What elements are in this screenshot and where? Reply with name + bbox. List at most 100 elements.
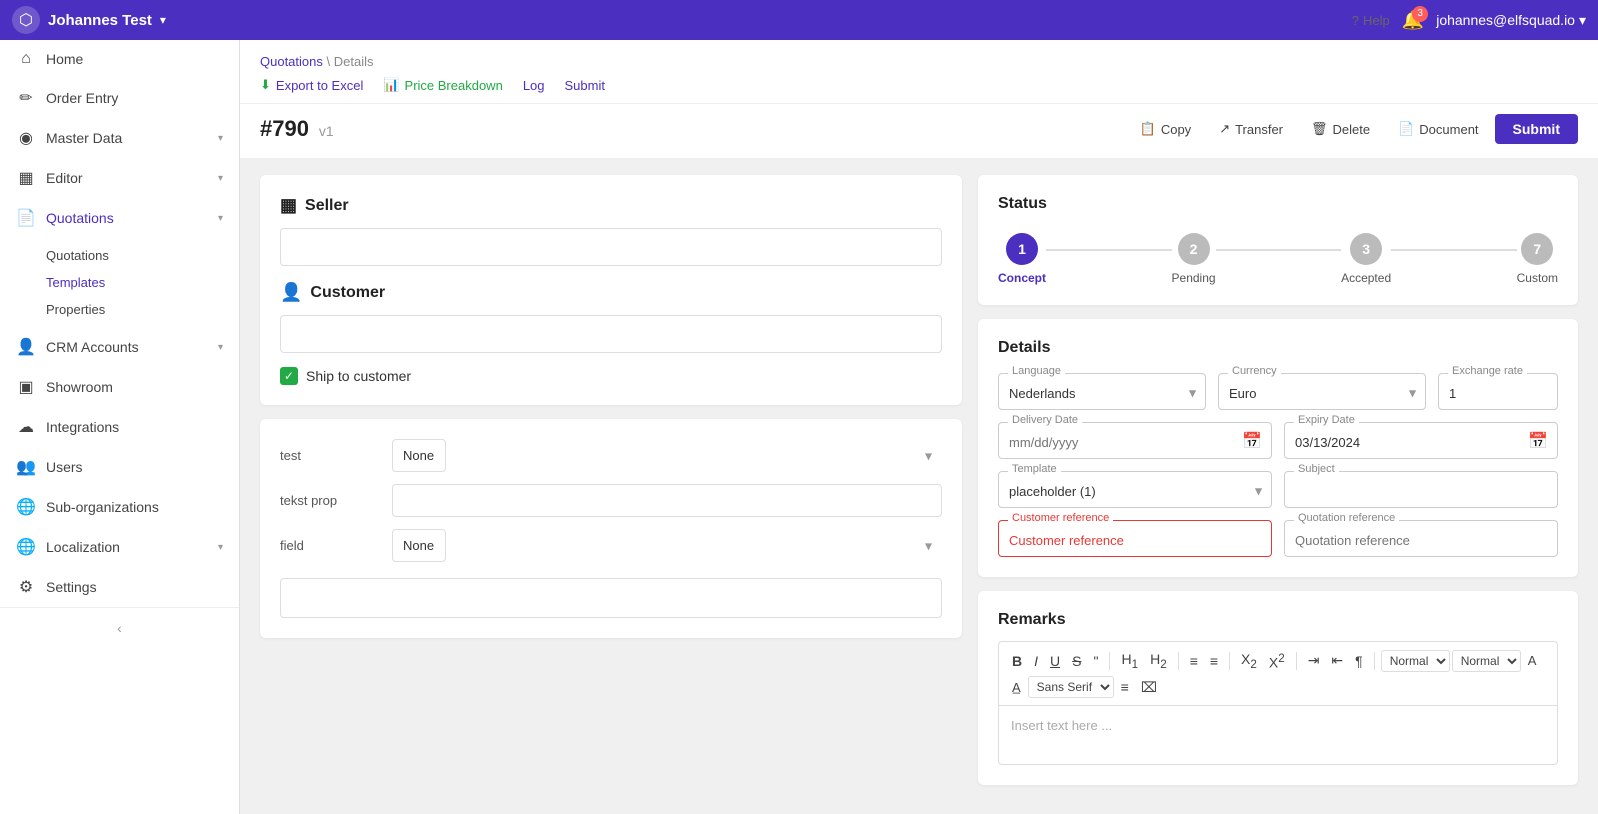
template-label: Template (1008, 463, 1061, 475)
sidebar-item-master-data[interactable]: ◉ Master Data ▾ (0, 118, 239, 158)
underline-button[interactable]: U (1045, 650, 1065, 672)
step-circle-pending: 2 (1178, 233, 1210, 265)
font-family-select[interactable]: Sans Serif (1028, 676, 1114, 698)
price-breakdown-button[interactable]: 📊 Price Breakdown (383, 77, 502, 103)
collapse-icon: ‹ (117, 620, 122, 636)
sidebar: ⌂ Home ✏ Order Entry ◉ Master Data ▾ ▦ E… (0, 40, 240, 814)
delivery-date-calendar-icon[interactable]: 📅 (1242, 431, 1262, 451)
strikethrough-button[interactable]: S (1067, 650, 1086, 672)
seller-title: ▦ Seller (280, 195, 942, 216)
clear-format-button[interactable]: ⌧ (1136, 676, 1162, 699)
notification-badge: 3 (1412, 6, 1428, 22)
seller-input[interactable] (280, 228, 942, 266)
exchange-rate-label: Exchange rate (1448, 365, 1527, 377)
align-button[interactable]: ≡ (1116, 676, 1134, 698)
language-select[interactable]: Nederlands (998, 373, 1206, 410)
sidebar-item-integrations[interactable]: ☁ Integrations (0, 407, 239, 447)
unordered-list-button[interactable]: ≡ (1205, 650, 1223, 672)
sidebar-item-sub-organizations[interactable]: 🌐 Sub-organizations (0, 487, 239, 527)
superscript-button[interactable]: X2 (1264, 649, 1290, 674)
rtl-button[interactable]: ¶ (1350, 650, 1368, 672)
delivery-date-input[interactable] (998, 422, 1272, 459)
bold-button[interactable]: B (1007, 650, 1027, 672)
copy-icon: 📋 (1140, 121, 1156, 137)
delivery-date-label: Delivery Date (1008, 414, 1082, 426)
log-button[interactable]: Log (523, 78, 545, 103)
master-data-caret-icon: ▾ (218, 133, 223, 144)
sidebar-item-properties[interactable]: Properties (46, 296, 239, 323)
sidebar-item-quotations-list[interactable]: Quotations (46, 242, 239, 269)
document-button[interactable]: 📄 Document (1386, 115, 1490, 143)
sidebar-item-users[interactable]: 👥 Users (0, 447, 239, 487)
sidebar-item-crm-accounts[interactable]: 👤 CRM Accounts ▾ (0, 327, 239, 367)
prop-extra-input[interactable] (280, 578, 942, 618)
delete-button[interactable]: 🗑 Delete (1299, 115, 1382, 143)
normal-select[interactable]: Normal (1452, 650, 1521, 672)
app-title-caret[interactable]: ▾ (160, 13, 166, 27)
step-pending[interactable]: 2 Pending (1172, 233, 1216, 285)
seller-customer-card: ▦ Seller 👤 Customer ✓ Ship to customer (260, 175, 962, 405)
remarks-card: Remarks B I U S " H1 H2 ≡ ≡ X2 (978, 591, 1578, 785)
h1-button[interactable]: H1 (1116, 648, 1143, 674)
help-link[interactable]: ? Help (1352, 13, 1390, 28)
quotation-reference-input[interactable] (1284, 520, 1558, 557)
font-highlight-button[interactable]: A̲ (1007, 677, 1026, 698)
step-circle-custom: 7 (1521, 233, 1553, 265)
step-concept[interactable]: 1 Concept (998, 233, 1046, 285)
h2-button[interactable]: H2 (1145, 648, 1172, 674)
ship-to-customer-checkbox[interactable]: ✓ (280, 367, 298, 385)
sidebar-item-order-entry[interactable]: ✏ Order Entry (0, 78, 239, 118)
currency-select[interactable]: Euro (1218, 373, 1426, 410)
sidebar-label-editor: Editor (46, 170, 208, 186)
customer-reference-label: Customer reference (1008, 512, 1113, 524)
prop-select-test[interactable]: None (392, 439, 446, 472)
breadcrumb: Quotations \ Details (260, 54, 1578, 69)
expiry-date-input[interactable] (1284, 422, 1558, 459)
font-color-button[interactable]: A (1523, 650, 1542, 671)
transfer-button[interactable]: ↗ Transfer (1207, 115, 1295, 143)
sidebar-collapse-button[interactable]: ‹ (0, 607, 239, 648)
sidebar-item-settings[interactable]: ⚙ Settings (0, 567, 239, 607)
subject-input[interactable] (1284, 471, 1558, 508)
sidebar-item-home[interactable]: ⌂ Home (0, 40, 239, 78)
submit-button[interactable]: Submit (1495, 114, 1578, 144)
subject-field-group: Subject (1284, 471, 1558, 508)
user-menu-button[interactable]: johannes@elfsquad.io ▾ (1436, 12, 1586, 29)
expiry-date-calendar-icon[interactable]: 📅 (1528, 431, 1548, 451)
sidebar-label-home: Home (46, 51, 223, 67)
font-size-select[interactable]: Small Normal Large (1381, 650, 1450, 672)
connector-1 (1046, 249, 1172, 251)
step-custom[interactable]: 7 Custom (1517, 233, 1558, 285)
copy-button[interactable]: 📋 Copy (1128, 115, 1204, 143)
integrations-icon: ☁ (16, 417, 36, 437)
prop-select-field[interactable]: None (392, 529, 446, 562)
page-title-group: #790 v1 (260, 116, 334, 142)
customer-input[interactable] (280, 315, 942, 353)
step-accepted[interactable]: 3 Accepted (1341, 233, 1391, 285)
subscript-button[interactable]: X2 (1236, 648, 1262, 674)
sidebar-item-localization[interactable]: 🌐 Localization ▾ (0, 527, 239, 567)
sidebar-item-templates[interactable]: Templates (46, 269, 239, 296)
delivery-date-field-group: Delivery Date 📅 (998, 422, 1272, 459)
remarks-editor[interactable]: Insert text here ... (998, 705, 1558, 765)
italic-button[interactable]: I (1029, 650, 1043, 672)
template-select[interactable]: placeholder (1) (998, 471, 1272, 508)
notification-button[interactable]: 🔔 3 (1402, 10, 1424, 31)
indent-left-button[interactable]: ⇤ (1326, 649, 1348, 672)
ordered-list-button[interactable]: ≡ (1185, 650, 1203, 672)
sidebar-item-showroom[interactable]: ▣ Showroom (0, 367, 239, 407)
toolbar-submit-button[interactable]: Submit (565, 78, 605, 103)
sidebar-item-quotations[interactable]: 📄 Quotations ▾ (0, 198, 239, 238)
customer-reference-field-group: Customer reference (998, 520, 1272, 557)
indent-right-button[interactable]: ⇥ (1303, 649, 1325, 672)
sidebar-label-crm: CRM Accounts (46, 339, 208, 355)
sidebar-item-editor[interactable]: ▦ Editor ▾ (0, 158, 239, 198)
prop-input-tekst[interactable] (392, 484, 942, 517)
quote-button[interactable]: " (1088, 650, 1103, 672)
breadcrumb-parent[interactable]: Quotations (260, 54, 323, 69)
export-to-excel-button[interactable]: ⬇ Export to Excel (260, 77, 363, 103)
page-title: #790 (260, 116, 309, 141)
exchange-rate-input[interactable] (1438, 373, 1558, 410)
toolbar-divider-2 (1178, 652, 1179, 670)
customer-reference-input[interactable] (998, 520, 1272, 557)
